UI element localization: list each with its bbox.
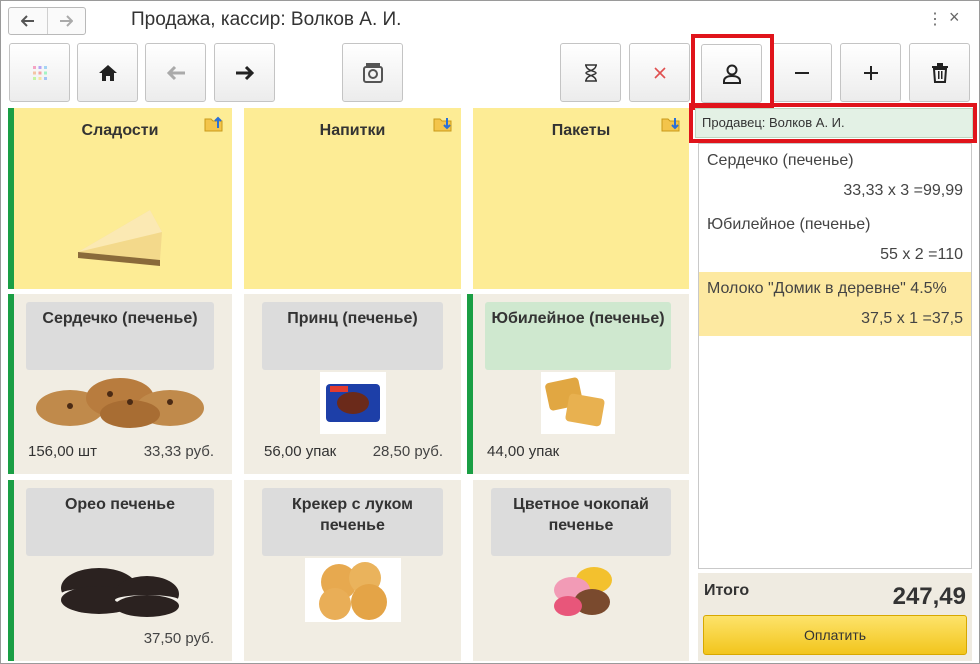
tile-stripe xyxy=(8,480,14,661)
product-tile[interactable]: Юбилейное (печенье) 44,00 упак xyxy=(467,294,689,474)
receipt-list[interactable]: Сердечко (печенье) 33,33 х 3 =99,99 Юбил… xyxy=(698,143,972,569)
product-qty: 156,00 шт xyxy=(28,443,97,460)
grid-button[interactable] xyxy=(9,43,70,102)
cross-icon xyxy=(653,66,666,79)
total-value: 247,49 xyxy=(892,583,966,610)
pay-button[interactable]: Оплатить xyxy=(703,615,967,655)
product-qty: 56,00 упак xyxy=(264,443,337,460)
scale-button[interactable] xyxy=(342,43,403,102)
tile-stripe xyxy=(467,294,473,474)
product-price: 37,50 руб. xyxy=(143,630,214,647)
product-tile[interactable]: Крекер с луком печенье xyxy=(244,480,461,661)
receipt-item-sum: 33,33 х 3 =99,99 xyxy=(843,182,963,199)
product-price: 28,50 руб. xyxy=(372,443,443,460)
product-name: Цветное чокопай печенье xyxy=(491,488,671,556)
receipt-item-sum: 55 х 2 =110 xyxy=(880,246,963,263)
window: Продажа, кассир: Волков А. И. ⋮ × Сладос… xyxy=(0,0,980,664)
postpone-button[interactable] xyxy=(560,43,621,102)
group-name: Пакеты xyxy=(551,122,611,139)
group-name: Напитки xyxy=(319,122,386,139)
receipt-item-name: Молоко "Домик в деревне" 4.5% xyxy=(707,280,947,297)
folder-down-icon xyxy=(433,116,453,137)
product-price: 33,33 руб. xyxy=(143,443,214,460)
product-name: Принц (печенье) xyxy=(262,302,443,370)
forward-arrow-icon[interactable] xyxy=(46,8,86,34)
receipt-item-sum: 37,5 х 1 =37,5 xyxy=(861,310,963,327)
yubileynoe-image xyxy=(541,372,615,439)
cake-image xyxy=(70,192,170,277)
receipt-item-name: Сердечко (печенье) xyxy=(707,152,854,169)
history-nav xyxy=(8,7,86,35)
total-panel: Итого 247,49 Оплатить xyxy=(698,573,972,661)
window-title: Продажа, кассир: Волков А. И. xyxy=(131,9,402,30)
home-button[interactable] xyxy=(77,43,138,102)
prince-pack-image xyxy=(319,372,386,439)
receipt-line[interactable]: Сердечко (печенье) 33,33 х 3 =99,99 xyxy=(699,144,971,208)
delete-button[interactable] xyxy=(909,43,970,102)
decrease-button[interactable] xyxy=(771,43,832,102)
product-tile[interactable]: Цветное чокопай печенье xyxy=(473,480,689,661)
back-arrow-icon[interactable] xyxy=(9,8,47,34)
product-qty: 44,00 упак xyxy=(487,443,560,460)
tile-stripe xyxy=(8,294,14,474)
folder-up-icon xyxy=(204,116,224,137)
group-tile-bags[interactable]: Пакеты xyxy=(473,108,689,289)
hourglass-icon xyxy=(584,63,597,82)
oreo-image xyxy=(55,560,185,625)
cracker-image xyxy=(304,558,401,627)
cookies-image xyxy=(30,372,210,437)
increase-button[interactable] xyxy=(840,43,901,102)
product-name: Юбилейное (печенье) xyxy=(485,302,671,370)
seller-button-highlight xyxy=(691,34,774,110)
product-name: Крекер с луком печенье xyxy=(262,488,443,556)
receipt-line-selected[interactable]: Молоко "Домик в деревне" 4.5% 37,5 х 1 =… xyxy=(699,272,971,336)
product-tile[interactable]: Сердечко (печенье) 156,00 шт 33,33 руб. xyxy=(8,294,232,474)
close-icon[interactable]: × xyxy=(949,7,960,28)
macaron-image xyxy=(546,560,616,627)
grid-icon xyxy=(32,65,47,80)
cancel-button[interactable] xyxy=(629,43,690,102)
scale-icon xyxy=(362,62,383,83)
folder-down-icon xyxy=(661,116,681,137)
total-label: Итого xyxy=(704,582,750,599)
arrow-left-icon xyxy=(166,65,185,80)
arrow-right-icon xyxy=(235,65,254,80)
product-tile[interactable]: Принц (печенье) 56,00 упак 28,50 руб. xyxy=(244,294,461,474)
minus-icon xyxy=(794,71,809,74)
forward-button[interactable] xyxy=(214,43,275,102)
trash-icon xyxy=(931,62,948,83)
home-icon xyxy=(98,64,117,81)
more-vertical-icon[interactable]: ⋮ xyxy=(927,9,943,29)
product-name: Орео печенье xyxy=(26,488,214,556)
plus-icon xyxy=(863,65,878,80)
group-tile-sweets[interactable]: Сладости xyxy=(8,108,232,289)
product-name: Сердечко (печенье) xyxy=(26,302,214,370)
product-tile[interactable]: Орео печенье 37,50 руб. xyxy=(8,480,232,661)
group-tile-drinks[interactable]: Напитки xyxy=(244,108,461,289)
group-name: Сладости xyxy=(81,122,159,139)
receipt-line[interactable]: Юбилейное (печенье) 55 х 2 =110 xyxy=(699,208,971,272)
seller-label-highlight xyxy=(689,103,977,143)
receipt-item-name: Юбилейное (печенье) xyxy=(707,216,871,233)
back-button[interactable] xyxy=(145,43,206,102)
